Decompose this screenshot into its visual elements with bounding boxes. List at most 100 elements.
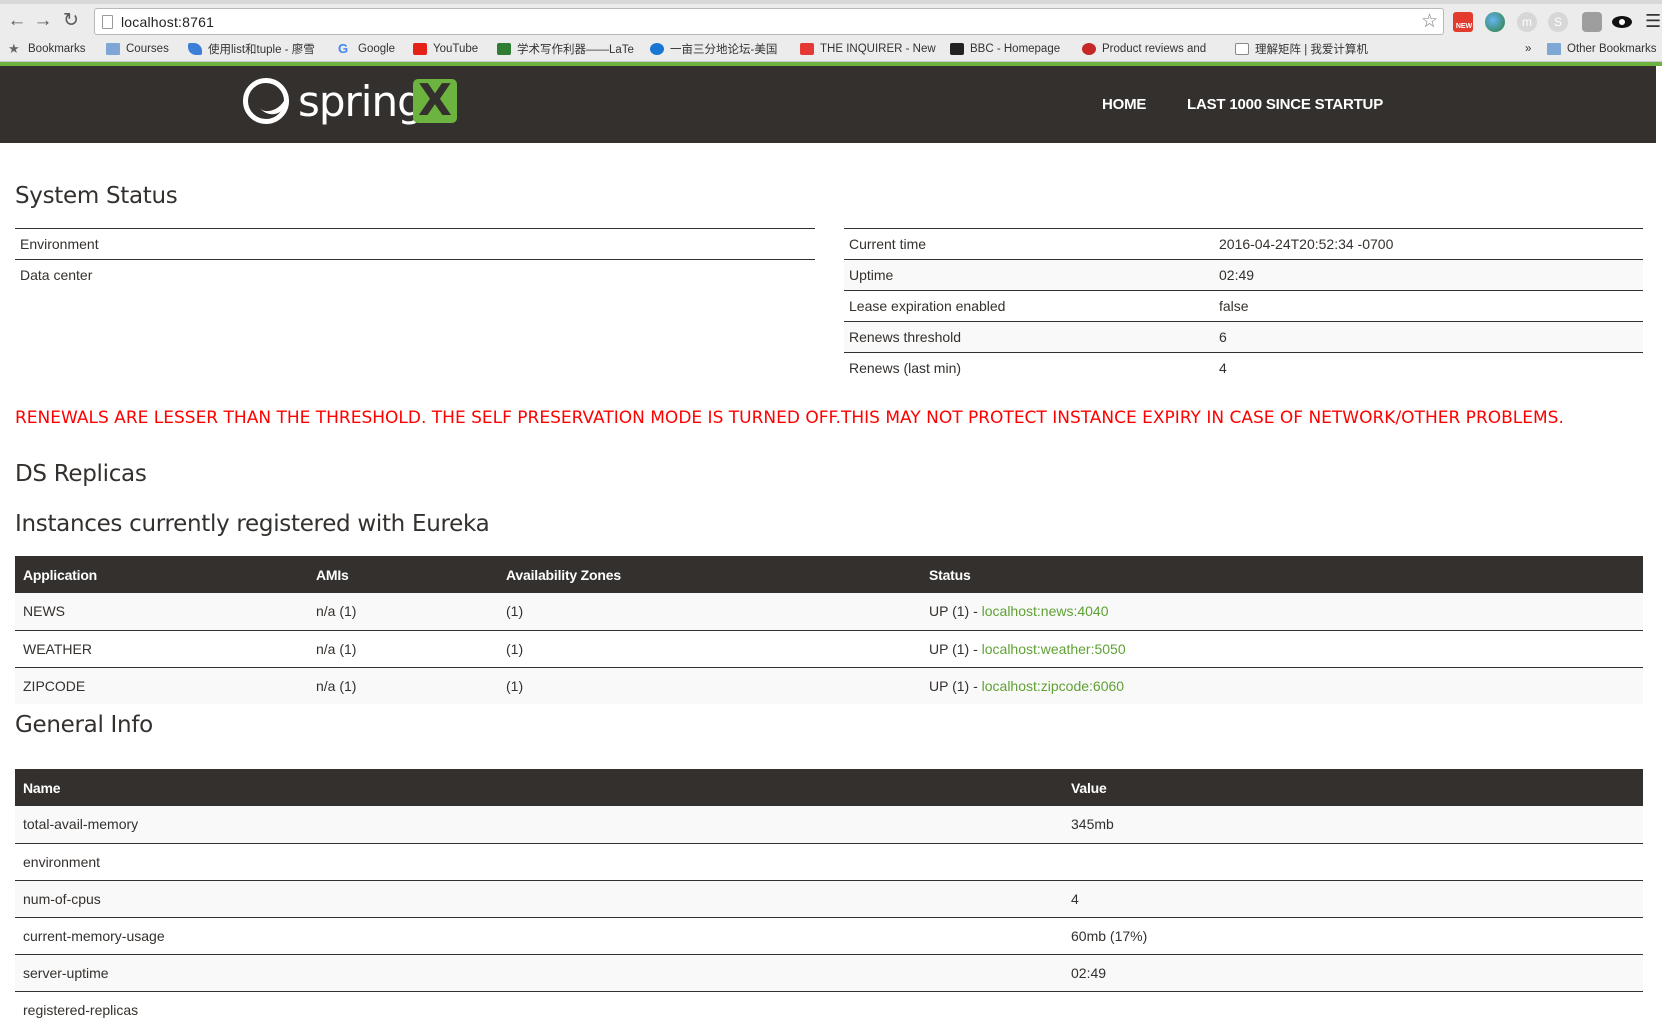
cnet-icon	[1082, 43, 1096, 55]
table-row: server-uptime 02:49	[15, 953, 1643, 991]
folder-icon	[1547, 43, 1561, 55]
status-key: Uptime	[844, 259, 1214, 291]
status-value	[733, 259, 815, 291]
table-header-row: Application AMIs Availability Zones Stat…	[15, 556, 1643, 593]
bookmark-star-icon[interactable]: ☆	[1421, 10, 1438, 33]
self-preservation-warning: RENEWALS ARE LESSER THAN THE THRESHOLD. …	[15, 408, 1564, 428]
table-row: Environment	[15, 228, 815, 260]
eye-extension-icon[interactable]	[1612, 16, 1632, 28]
application-cell: WEATHER	[15, 629, 308, 667]
square-extension-icon[interactable]	[1582, 12, 1602, 32]
column-header: Availability Zones	[498, 556, 921, 593]
system-status-right-table: Current time 2016-04-24T20:52:34 -0700 U…	[844, 228, 1643, 384]
table-row: ZIPCODE n/a (1) (1) UP (1) - localhost:z…	[15, 666, 1643, 704]
info-name-cell: registered-replicas	[15, 990, 1063, 1028]
column-header: AMIs	[308, 556, 498, 593]
amis-cell: n/a (1)	[308, 666, 498, 704]
folder-icon	[106, 43, 120, 55]
document-icon	[1235, 43, 1249, 55]
status-value	[733, 228, 815, 260]
hamburger-menu-icon[interactable]: ☰	[1645, 11, 1661, 32]
status-key: Current time	[844, 228, 1214, 260]
spring-leaf-logo-icon[interactable]	[243, 78, 289, 124]
logo-badge[interactable]: X	[413, 79, 457, 123]
status-text: UP (1) -	[929, 677, 982, 694]
table-row: Lease expiration enabled false	[844, 290, 1643, 322]
column-header: Application	[15, 556, 308, 593]
bookmark-item[interactable]: 理解矩阵 | 我爱计算机	[1235, 40, 1368, 58]
url-text[interactable]: localhost:8761	[121, 14, 214, 30]
page-icon	[102, 15, 113, 29]
instances-table: Application AMIs Availability Zones Stat…	[15, 556, 1643, 704]
info-value-cell: 02:49	[1063, 953, 1643, 991]
forward-arrow-icon[interactable]: →	[32, 10, 54, 32]
status-text: UP (1) -	[929, 603, 982, 620]
instance-link[interactable]: localhost:zipcode:6060	[982, 678, 1124, 694]
info-value-cell: 60mb (17%)	[1063, 916, 1643, 954]
logo-text[interactable]: spring	[298, 77, 424, 126]
status-value: false	[1214, 290, 1643, 322]
new-extension-icon[interactable]: NEW	[1453, 12, 1473, 32]
status-key: Renews threshold	[844, 321, 1214, 353]
bookmark-item[interactable]: BBC - Homepage	[950, 40, 1060, 58]
status-key: Lease expiration enabled	[844, 290, 1214, 322]
table-row: environment	[15, 842, 1643, 880]
bookmark-item[interactable]: THE INQUIRER - New	[800, 40, 936, 58]
address-bar[interactable]: localhost:8761 ☆	[94, 8, 1444, 35]
status-cell: UP (1) - localhost:news:4040	[921, 593, 1643, 630]
bookmark-item[interactable]: Product reviews and	[1082, 40, 1206, 58]
general-info-title: General Info	[15, 712, 153, 738]
info-value-cell	[1063, 990, 1643, 1028]
bookmarks-bar: ★ Bookmarks Courses 使用list和tuple - 廖雪 G Go…	[0, 40, 1662, 60]
status-key: Environment	[15, 228, 734, 260]
application-cell: ZIPCODE	[15, 666, 308, 704]
tab-strip	[0, 0, 1662, 4]
bookmark-item[interactable]: 一亩三分地论坛-美国	[650, 40, 777, 58]
instance-link[interactable]: localhost:news:4040	[982, 603, 1109, 619]
site-header: spring X HOME LAST 1000 SINCE STARTUP	[0, 66, 1656, 143]
bbc-icon	[950, 43, 964, 55]
instance-link[interactable]: localhost:weather:5050	[982, 641, 1126, 657]
info-value-cell: 4	[1063, 879, 1643, 917]
bookmark-item[interactable]: Other Bookmarks	[1547, 40, 1656, 58]
table-row: Data center	[15, 259, 815, 291]
info-name-cell: server-uptime	[15, 953, 1063, 991]
bookmark-item[interactable]: G Google	[338, 40, 395, 58]
application-cell: NEWS	[15, 593, 308, 630]
back-arrow-icon[interactable]: ←	[6, 10, 28, 32]
column-header: Status	[921, 556, 1643, 593]
info-name-cell: total-avail-memory	[15, 806, 1063, 843]
inquirer-icon	[800, 43, 814, 55]
instances-title: Instances currently registered with Eure…	[15, 511, 490, 537]
bookmark-item[interactable]: ★ Bookmarks	[8, 40, 86, 58]
zones-cell: (1)	[498, 593, 921, 630]
status-key: Renews (last min)	[844, 352, 1214, 384]
ds-replicas-title: DS Replicas	[15, 461, 147, 487]
info-value-cell: 345mb	[1063, 806, 1643, 843]
globe-extension-icon[interactable]	[1485, 12, 1505, 32]
m-extension-icon[interactable]: m	[1517, 12, 1537, 32]
zones-cell: (1)	[498, 666, 921, 704]
info-name-cell: num-of-cpus	[15, 879, 1063, 917]
bookmark-item[interactable]: 使用list和tuple - 廖雪	[188, 40, 315, 58]
general-info-table: Name Value total-avail-memory 345mb envi…	[15, 769, 1643, 1028]
bookmarks-overflow-chevron[interactable]: »	[1525, 40, 1531, 58]
nav-last-1000-link[interactable]: LAST 1000 SINCE STARTUP	[1187, 96, 1383, 113]
rocket-icon	[188, 43, 202, 55]
system-status-left-table: Environment Data center	[15, 228, 815, 291]
green-square-icon	[497, 43, 511, 55]
info-value-cell	[1063, 842, 1643, 880]
status-text: UP (1) -	[929, 640, 982, 657]
star-icon: ★	[8, 41, 20, 56]
nav-home-link[interactable]: HOME	[1102, 96, 1146, 113]
google-icon: G	[338, 41, 349, 56]
bookmark-item[interactable]: Courses	[106, 40, 169, 58]
table-row: current-memory-usage 60mb (17%)	[15, 916, 1643, 954]
plane-icon	[650, 43, 664, 55]
reload-icon[interactable]: ↻	[60, 10, 82, 32]
column-header: Value	[1063, 769, 1643, 806]
status-value: 2016-04-24T20:52:34 -0700	[1214, 228, 1643, 260]
bookmark-item[interactable]: YouTube	[413, 40, 478, 58]
bookmark-item[interactable]: 学术写作利器——LaTe	[497, 40, 634, 58]
s-extension-icon[interactable]: S	[1548, 12, 1568, 32]
